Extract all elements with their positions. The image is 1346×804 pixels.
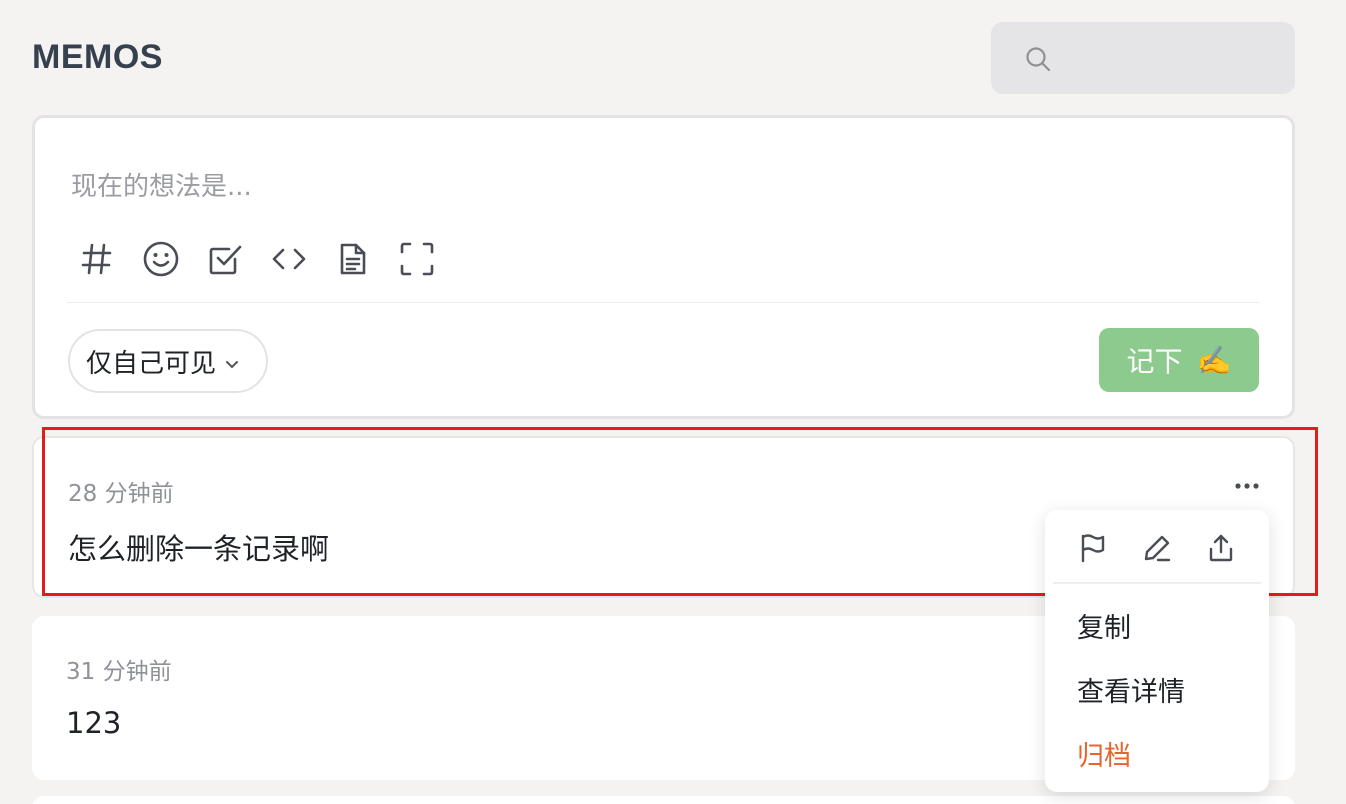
- memo-content: 怎么删除一条记录啊: [68, 532, 330, 566]
- search-icon: [1025, 46, 1051, 72]
- memo-content: 123: [66, 706, 122, 740]
- search-box[interactable]: [991, 22, 1295, 94]
- fullscreen-icon[interactable]: [397, 239, 437, 279]
- edit-icon[interactable]: [1141, 532, 1173, 564]
- checkbox-icon[interactable]: [205, 239, 245, 279]
- memo-card-partial: [32, 796, 1295, 804]
- flag-icon[interactable]: [1077, 532, 1109, 564]
- file-icon[interactable]: [333, 239, 373, 279]
- menu-item-view-detail[interactable]: 查看详情: [1077, 670, 1185, 709]
- more-icon[interactable]: [1232, 476, 1262, 496]
- memo-action-menu: 复制 查看详情 归档: [1045, 510, 1269, 792]
- share-icon[interactable]: [1205, 532, 1237, 564]
- page-title: MEMOS: [32, 38, 163, 76]
- emoji-icon[interactable]: [141, 239, 181, 279]
- menu-icon-row: [1045, 510, 1269, 582]
- code-icon[interactable]: [269, 239, 309, 279]
- memo-time: 31 分钟前: [66, 659, 172, 685]
- chevron-down-icon: [222, 351, 242, 371]
- writing-hand-icon: ✍️: [1196, 343, 1232, 377]
- memo-editor: 现在的想法是... 仅自己可见 记下 ✍️: [32, 115, 1295, 419]
- visibility-select[interactable]: 仅自己可见: [68, 329, 268, 393]
- visibility-label: 仅自己可见: [86, 348, 217, 379]
- submit-label: 记下: [1126, 345, 1183, 378]
- menu-item-copy[interactable]: 复制: [1077, 606, 1131, 645]
- search-input[interactable]: [1063, 36, 1273, 80]
- editor-input[interactable]: 现在的想法是...: [71, 166, 252, 203]
- memo-time: 28 分钟前: [68, 481, 174, 507]
- hash-icon[interactable]: [77, 239, 117, 279]
- editor-divider: [67, 302, 1260, 303]
- menu-item-archive[interactable]: 归档: [1077, 734, 1131, 773]
- menu-separator: [1053, 582, 1261, 584]
- submit-button[interactable]: 记下 ✍️: [1099, 328, 1259, 392]
